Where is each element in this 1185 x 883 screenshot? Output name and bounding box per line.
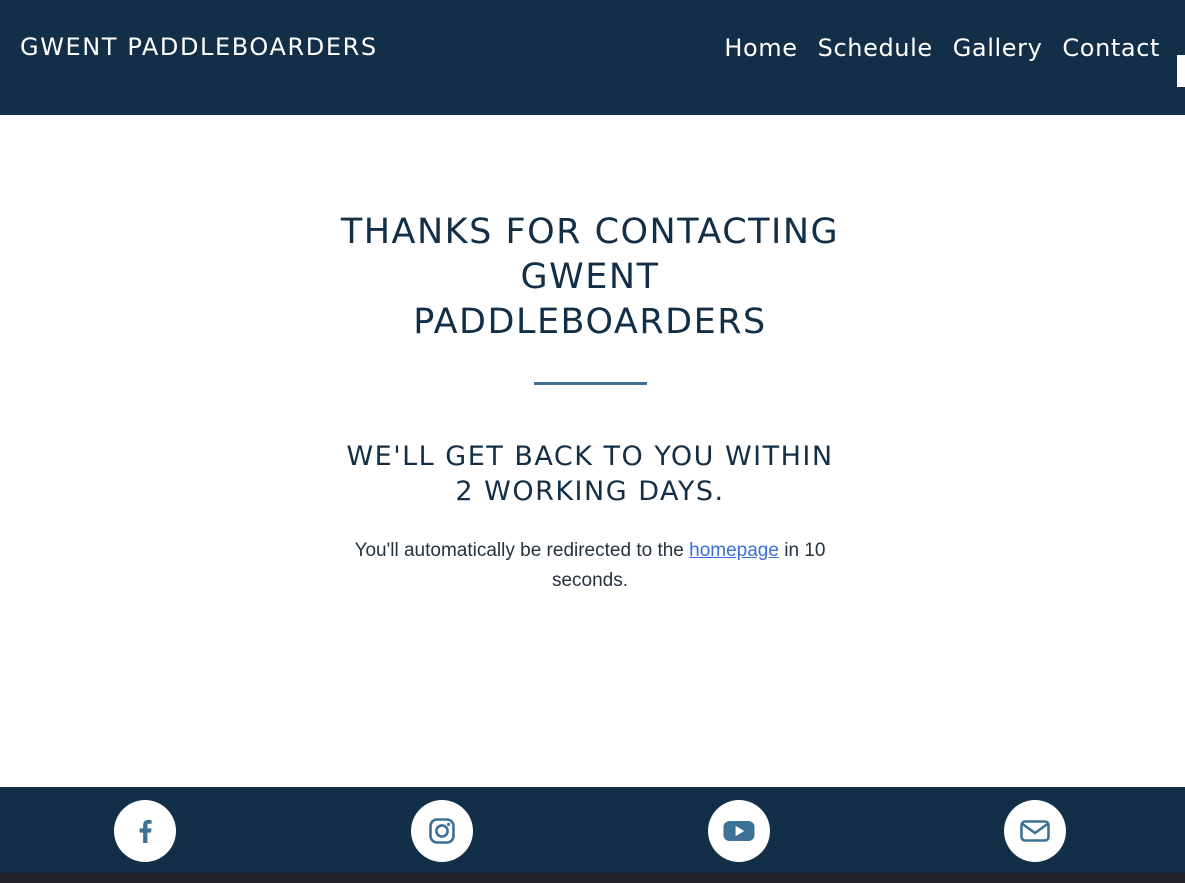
site-header: GWENT PADDLEBOARDERS Home Schedule Galle… [0,0,1185,115]
site-brand[interactable]: GWENT PADDLEBOARDERS [20,33,378,61]
title-line: GWENT [520,257,660,297]
redirect-text-before: You'll automatically be redirected to th… [354,540,690,561]
instagram-icon [429,818,455,844]
nav-contact-link[interactable]: Contact [1062,33,1160,63]
main-content: THANKS FOR CONTACTING GWENT PADDLEBOARDE… [0,115,1185,787]
nav-schedule-link[interactable]: Schedule [818,33,933,63]
facebook-link[interactable] [114,800,176,862]
bottom-edge-strip [0,873,1185,883]
facebook-icon [139,819,152,843]
scrollbar-edge[interactable] [1177,55,1185,87]
email-icon [1020,820,1050,842]
youtube-icon [723,821,755,841]
page-title: THANKS FOR CONTACTING GWENT PADDLEBOARDE… [300,210,880,345]
email-link[interactable] [1004,800,1066,862]
nav-home-link[interactable]: Home [724,33,797,63]
site-footer [0,787,1185,873]
instagram-link[interactable] [411,800,473,862]
title-divider [534,382,647,385]
main-nav: Home Schedule Gallery Contact [724,33,1160,63]
redirect-message: You'll automatically be redirected to th… [330,536,850,596]
nav-gallery-link[interactable]: Gallery [953,33,1043,63]
homepage-link[interactable]: homepage [689,540,779,561]
title-line: PADDLEBOARDERS [413,302,767,342]
subtitle-line: WE'LL GET BACK TO YOU WITHIN [346,441,834,472]
youtube-link[interactable] [708,800,770,862]
page-subtitle: WE'LL GET BACK TO YOU WITHIN 2 WORKING D… [300,439,880,509]
title-line: THANKS FOR CONTACTING [340,212,840,252]
subtitle-line: 2 WORKING DAYS. [455,476,725,507]
